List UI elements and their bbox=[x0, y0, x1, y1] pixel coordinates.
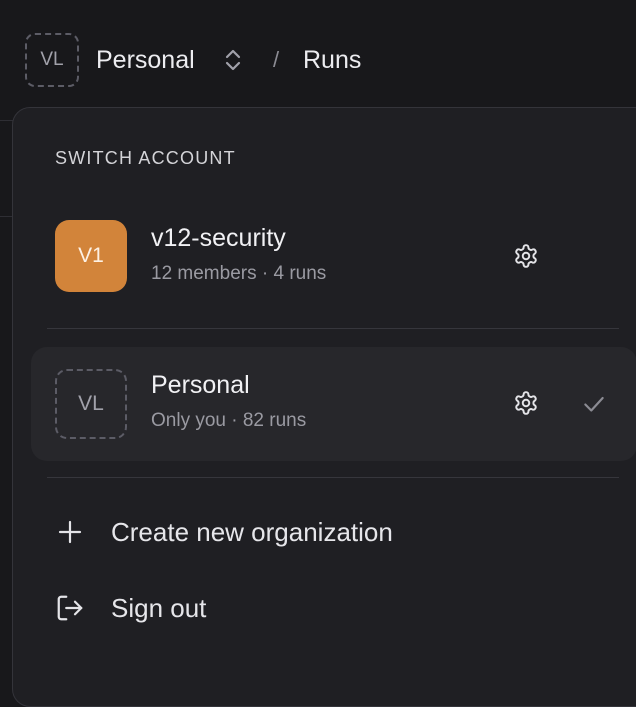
account-name: Personal bbox=[151, 371, 250, 399]
plus-icon bbox=[55, 517, 85, 547]
account-switcher-menu: SWITCH ACCOUNT V1 v12-security 12 member… bbox=[12, 107, 636, 707]
header-avatar[interactable]: VL bbox=[25, 33, 79, 87]
sign-out-label: Sign out bbox=[111, 593, 207, 623]
breadcrumb-account-name[interactable]: Personal bbox=[96, 44, 195, 76]
top-bar: VL Personal / Runs bbox=[0, 0, 636, 120]
menu-divider bbox=[47, 328, 619, 329]
account-meta: 12 members · 4 runs bbox=[151, 263, 327, 284]
create-organization-button[interactable]: Create new organization bbox=[55, 514, 393, 550]
sign-out-button[interactable]: Sign out bbox=[55, 590, 206, 626]
account-item-v12-security[interactable]: V1 v12-security 12 members · 4 runs bbox=[31, 200, 636, 314]
account-meta: Only you · 82 runs bbox=[151, 410, 307, 431]
account-avatar: V1 bbox=[55, 220, 127, 292]
account-item-personal[interactable]: VL Personal Only you · 82 runs bbox=[31, 347, 636, 461]
menu-divider bbox=[47, 477, 619, 478]
chevron-up-down-icon[interactable] bbox=[222, 46, 244, 74]
sign-out-icon bbox=[55, 593, 85, 623]
account-name: v12-security bbox=[151, 224, 286, 252]
menu-heading: SWITCH ACCOUNT bbox=[55, 148, 236, 168]
gear-icon[interactable] bbox=[513, 390, 539, 416]
check-icon bbox=[581, 391, 607, 417]
account-avatar: VL bbox=[55, 369, 127, 439]
create-organization-label: Create new organization bbox=[111, 517, 393, 547]
gear-icon[interactable] bbox=[513, 243, 539, 269]
breadcrumb-page-title[interactable]: Runs bbox=[303, 44, 361, 76]
breadcrumb-separator: / bbox=[273, 47, 280, 72]
